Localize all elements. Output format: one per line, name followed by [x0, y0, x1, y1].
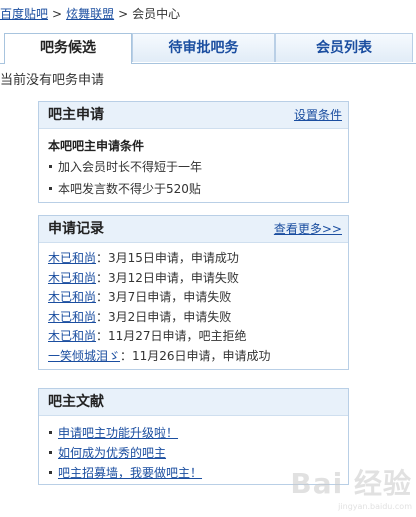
- breadcrumb-separator: >: [52, 7, 63, 21]
- tab-member-list[interactable]: 会员列表: [275, 33, 413, 62]
- record-row: 木已和尚：3月2日申请，申请失败: [48, 308, 339, 328]
- record-row: 木已和尚：11月27日申请，吧主拒绝: [48, 327, 339, 347]
- doc-link[interactable]: 如何成为优秀的吧主: [58, 446, 166, 460]
- panel-header: 吧主文献: [39, 389, 348, 416]
- record-user-link[interactable]: 木已和尚: [48, 310, 96, 324]
- record-user-link[interactable]: 木已和尚: [48, 251, 96, 265]
- bullet-icon: [49, 164, 52, 168]
- breadcrumb-separator: >: [118, 7, 129, 21]
- condition-item: 本吧发言数不得少于520贴: [48, 178, 339, 200]
- record-user-link[interactable]: 木已和尚: [48, 271, 96, 285]
- record-text: ：3月15日申请，申请成功: [96, 251, 239, 265]
- panel-title: 吧主文献: [48, 394, 104, 410]
- condition-text: 加入会员时长不得短于一年: [58, 160, 203, 174]
- record-text: ：11月27日申请，吧主拒绝: [96, 329, 247, 343]
- record-row: 木已和尚：3月7日申请，申请失败: [48, 288, 339, 308]
- record-text: ：3月12日申请，申请失败: [96, 270, 239, 285]
- record-user-link[interactable]: 木已和尚: [48, 329, 96, 343]
- doc-link[interactable]: 申请吧主功能升级啦！: [58, 426, 178, 440]
- record-user-link[interactable]: 一笑倾城泪ゞ: [48, 349, 120, 363]
- record-text: ：3月7日申请，申请失败: [96, 290, 232, 304]
- record-text: ：11月26日申请，申请成功: [120, 348, 271, 363]
- watermark-subtext: jingyan.baidu.com: [338, 502, 412, 511]
- conditions-title: 本吧吧主申请条件: [48, 139, 145, 153]
- bullet-icon: [49, 450, 52, 454]
- owner-application-panel: 吧主申请 设置条件 本吧吧主申请条件 加入会员时长不得短于一年 本吧发言数不得少…: [38, 101, 349, 203]
- application-records-panel: 申请记录 查看更多>> 木已和尚：3月15日申请，申请成功 木已和尚：3月12日…: [38, 215, 349, 370]
- condition-item: 加入会员时长不得短于一年: [48, 156, 339, 178]
- breadcrumb-current: 会员中心: [132, 7, 181, 21]
- watermark-logo: Bai 经验 jingyan.baidu.com: [290, 462, 412, 511]
- empty-notice: 当前没有吧务申请: [0, 73, 105, 88]
- record-row: 木已和尚：3月12日申请，申请失败: [48, 269, 339, 289]
- bullet-icon: [49, 470, 52, 474]
- tab-candidates[interactable]: 吧务候选: [4, 33, 132, 64]
- tab-pending-approval[interactable]: 待审批吧务: [132, 33, 275, 62]
- condition-text: 本吧发言数不得少于520贴: [58, 182, 201, 196]
- doc-item: 如何成为优秀的吧主: [48, 443, 339, 463]
- breadcrumb-home-link[interactable]: 百度贴吧: [0, 7, 48, 21]
- panel-header: 吧主申请 设置条件: [39, 102, 348, 129]
- doc-item: 申请吧主功能升级啦！: [48, 423, 339, 443]
- breadcrumb: 百度贴吧 > 炫舞联盟 > 会员中心: [0, 6, 180, 22]
- watermark-text: Bai 经验: [290, 467, 412, 500]
- breadcrumb-forum-link[interactable]: 炫舞联盟: [66, 7, 114, 21]
- tab-bar: 吧务候选 待审批吧务 会员列表: [0, 33, 416, 64]
- panel-header: 申请记录 查看更多>>: [39, 216, 348, 243]
- record-user-link[interactable]: 木已和尚: [48, 290, 96, 304]
- view-more-link[interactable]: 查看更多>>: [274, 222, 342, 236]
- doc-link[interactable]: 吧主招募墙，我要做吧主！: [58, 466, 202, 480]
- record-row: 木已和尚：3月15日申请，申请成功: [48, 249, 339, 269]
- bullet-icon: [49, 186, 52, 190]
- record-text: ：3月2日申请，申请失败: [96, 309, 232, 324]
- panel-title: 申请记录: [48, 221, 104, 237]
- panel-title: 吧主申请: [48, 107, 104, 123]
- set-conditions-link[interactable]: 设置条件: [294, 108, 342, 122]
- bullet-icon: [49, 430, 52, 434]
- record-row: 一笑倾城泪ゞ：11月26日申请，申请成功: [48, 347, 339, 367]
